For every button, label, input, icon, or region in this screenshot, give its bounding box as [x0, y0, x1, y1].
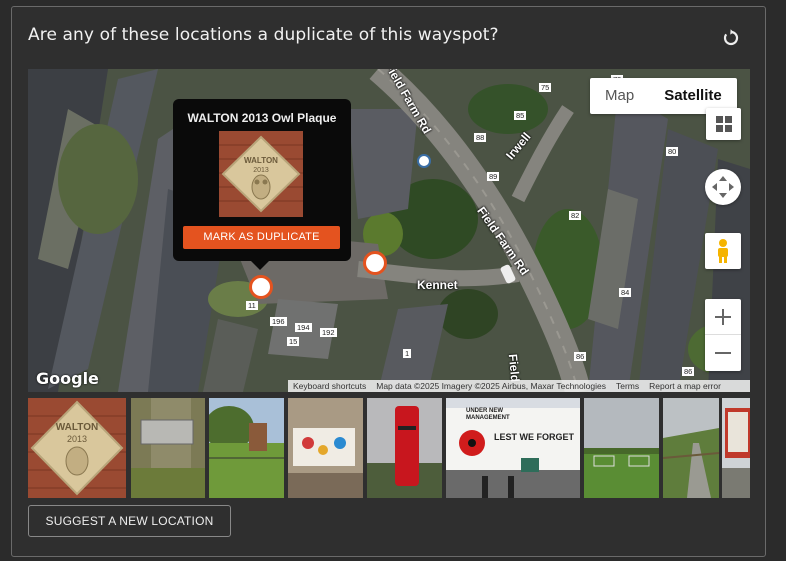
house-number: 85	[514, 111, 527, 120]
tilt-grid-button[interactable]	[706, 108, 741, 140]
popup-title: WALTON 2013 Owl Plaque	[187, 111, 337, 125]
thumb-plaque-line2: 2013	[67, 434, 87, 444]
thumbnail-strip: WALTON 2013 UNDER NEW MANAGEMENT LEST WE…	[28, 398, 750, 498]
zoom-out-button[interactable]	[705, 335, 741, 371]
keyboard-shortcuts-link[interactable]: Keyboard shortcuts	[288, 380, 371, 392]
terms-link[interactable]: Terms	[611, 380, 644, 392]
house-number: 1	[403, 349, 412, 358]
candidate-location-marker[interactable]	[363, 251, 387, 275]
house-number: 192	[320, 328, 337, 337]
grid-icon	[715, 116, 732, 132]
street-label: Field	[505, 353, 523, 383]
mark-as-duplicate-button[interactable]: MARK AS DUPLICATE	[183, 226, 340, 249]
report-error-link[interactable]: Report a map error	[644, 380, 726, 392]
memorial-sign-line2: MANAGEMENT	[466, 415, 510, 421]
thumbnail-footpath[interactable]	[663, 398, 719, 498]
google-logo: Google	[36, 369, 99, 388]
suggest-new-location-button[interactable]: SUGGEST A NEW LOCATION	[28, 505, 231, 537]
thumbnail-memorial-wall[interactable]: UNDER NEW MANAGEMENT LEST WE FORGET	[446, 398, 580, 498]
map-data-text: Map data ©2025 Imagery ©2025 Airbus, Max…	[376, 381, 606, 391]
thumbnail-playground[interactable]	[209, 398, 284, 498]
thumbnail-football-field[interactable]	[584, 398, 659, 498]
thumbnail-noticeboard[interactable]	[722, 398, 750, 498]
bus-stop-icon	[417, 154, 431, 168]
info-popup: WALTON 2013 Owl Plaque WALTON 2013 MARK …	[173, 99, 351, 270]
house-number: 75	[539, 83, 552, 92]
popup-photo: WALTON 2013	[219, 131, 303, 217]
memorial-text: LEST WE FORGET	[494, 432, 575, 442]
street-view-pegman-button[interactable]	[705, 233, 741, 269]
thumbnail-tree-plaque[interactable]	[131, 398, 205, 498]
thumbnail-owl-plaque[interactable]: WALTON 2013	[28, 398, 126, 498]
house-number: 196	[270, 317, 287, 326]
house-number: 15	[287, 337, 300, 346]
house-number: 82	[569, 211, 582, 220]
plaque-text-line1: WALTON	[244, 156, 278, 165]
thumb-plaque-line1: WALTON	[56, 422, 98, 433]
house-number: 88	[474, 133, 487, 142]
house-number: 84	[619, 288, 632, 297]
minus-icon	[715, 352, 731, 354]
candidate-location-marker[interactable]	[249, 275, 273, 299]
refresh-icon[interactable]	[721, 28, 741, 48]
thumbnail-post-box[interactable]	[367, 398, 442, 498]
house-number: 11	[246, 301, 258, 310]
pegman-icon	[718, 239, 728, 263]
satellite-map[interactable]: Field Farm Rd Irwell Field Farm Rd Kenne…	[28, 69, 750, 392]
plaque-text-line2: 2013	[253, 167, 269, 174]
map-type-map[interactable]: Map	[590, 78, 649, 114]
house-number: 86	[682, 367, 695, 376]
move-arrows-icon	[712, 176, 734, 198]
plus-icon	[715, 308, 731, 325]
page-title: Are any of these locations a duplicate o…	[28, 25, 499, 45]
map-attribution: Keyboard shortcuts Map data ©2025 Imager…	[288, 380, 750, 392]
duplicate-check-card: Are any of these locations a duplicate o…	[11, 6, 766, 557]
house-number: 86	[574, 352, 587, 361]
house-number: 194	[295, 323, 312, 332]
house-number: 89	[487, 172, 500, 181]
memorial-sign-line1: UNDER NEW	[466, 408, 503, 414]
thumbnail-painted-wall[interactable]	[288, 398, 363, 498]
street-label: Kennet	[417, 278, 458, 292]
zoom-control	[705, 299, 741, 371]
pan-control-button[interactable]	[705, 169, 741, 205]
house-number: 80	[666, 147, 679, 156]
zoom-in-button[interactable]	[705, 299, 741, 335]
